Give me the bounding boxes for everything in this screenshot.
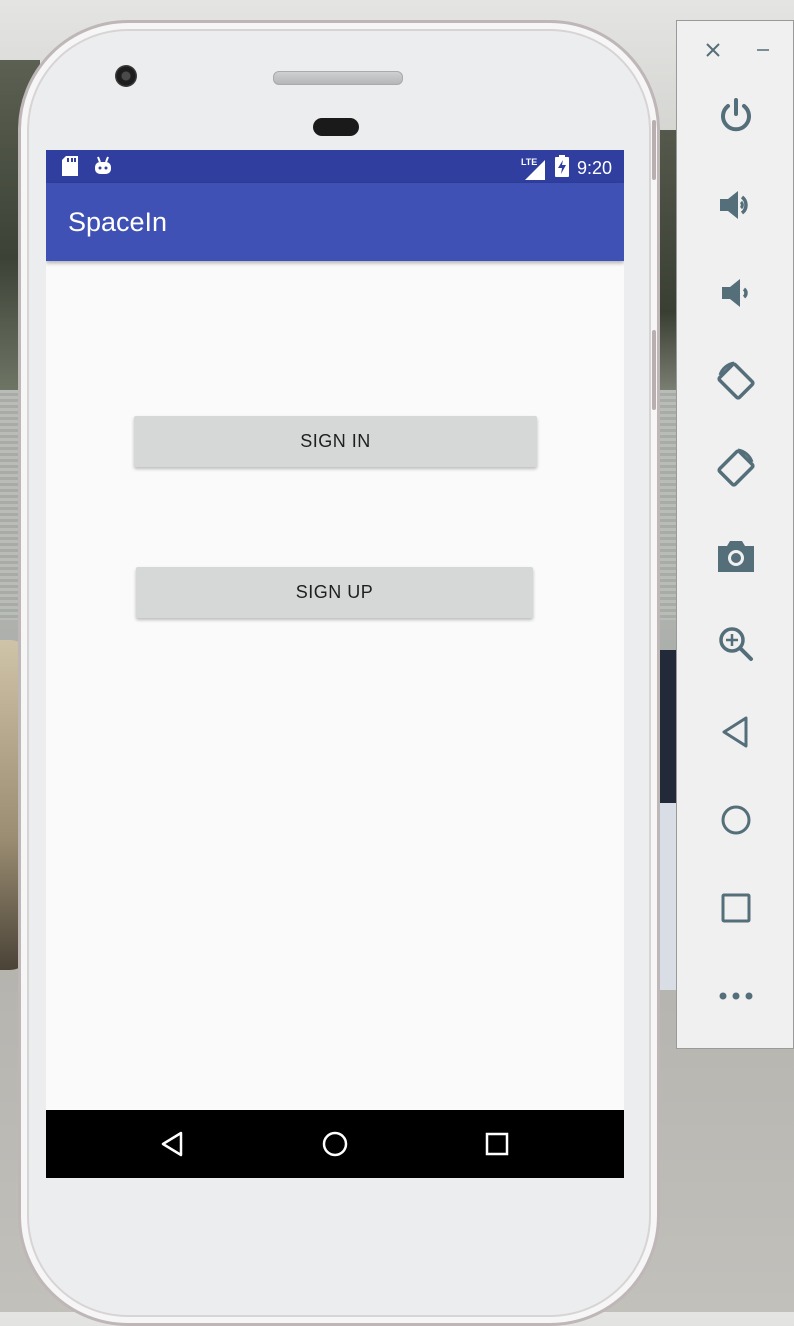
phone-side-button [652, 120, 656, 180]
earpiece-speaker [273, 71, 403, 85]
status-time: 9:20 [576, 158, 612, 178]
more-icon[interactable] [711, 971, 761, 1021]
sign-up-button[interactable]: SIGN UP [136, 567, 533, 618]
battery-charging-icon [554, 155, 569, 182]
rotate-left-icon[interactable] [711, 356, 761, 406]
volume-down-icon[interactable] [711, 268, 761, 318]
device-screen: LTE 9:20 SpaceIn SIGN IN SIGN UP [46, 150, 624, 1178]
back-icon[interactable] [711, 707, 761, 757]
back-icon[interactable] [156, 1128, 188, 1160]
overview-icon[interactable] [481, 1128, 513, 1160]
camera-icon[interactable] [711, 531, 761, 581]
volume-up-icon[interactable] [711, 180, 761, 230]
home-icon[interactable] [319, 1128, 351, 1160]
phone-volume-button [652, 330, 656, 410]
android-debug-icon [94, 156, 112, 181]
rotate-right-icon[interactable] [711, 443, 761, 493]
home-icon[interactable] [711, 795, 761, 845]
sd-card-icon [62, 156, 78, 181]
lte-signal-icon: LTE [520, 156, 547, 180]
close-icon[interactable] [703, 39, 723, 61]
sign-in-button[interactable]: SIGN IN [134, 416, 537, 467]
power-icon[interactable] [711, 91, 761, 141]
overview-icon[interactable] [711, 883, 761, 933]
zoom-icon[interactable] [711, 619, 761, 669]
app-title: SpaceIn [68, 207, 168, 237]
emulator-toolbar [676, 20, 794, 1049]
front-camera [115, 65, 137, 87]
status-bar: LTE 9:20 [46, 150, 624, 183]
network-type-label: LTE [520, 156, 538, 167]
minimize-icon[interactable] [753, 39, 773, 61]
app-toolbar: SpaceIn [46, 183, 624, 261]
navigation-bar [46, 1110, 624, 1178]
proximity-sensor [313, 118, 359, 136]
